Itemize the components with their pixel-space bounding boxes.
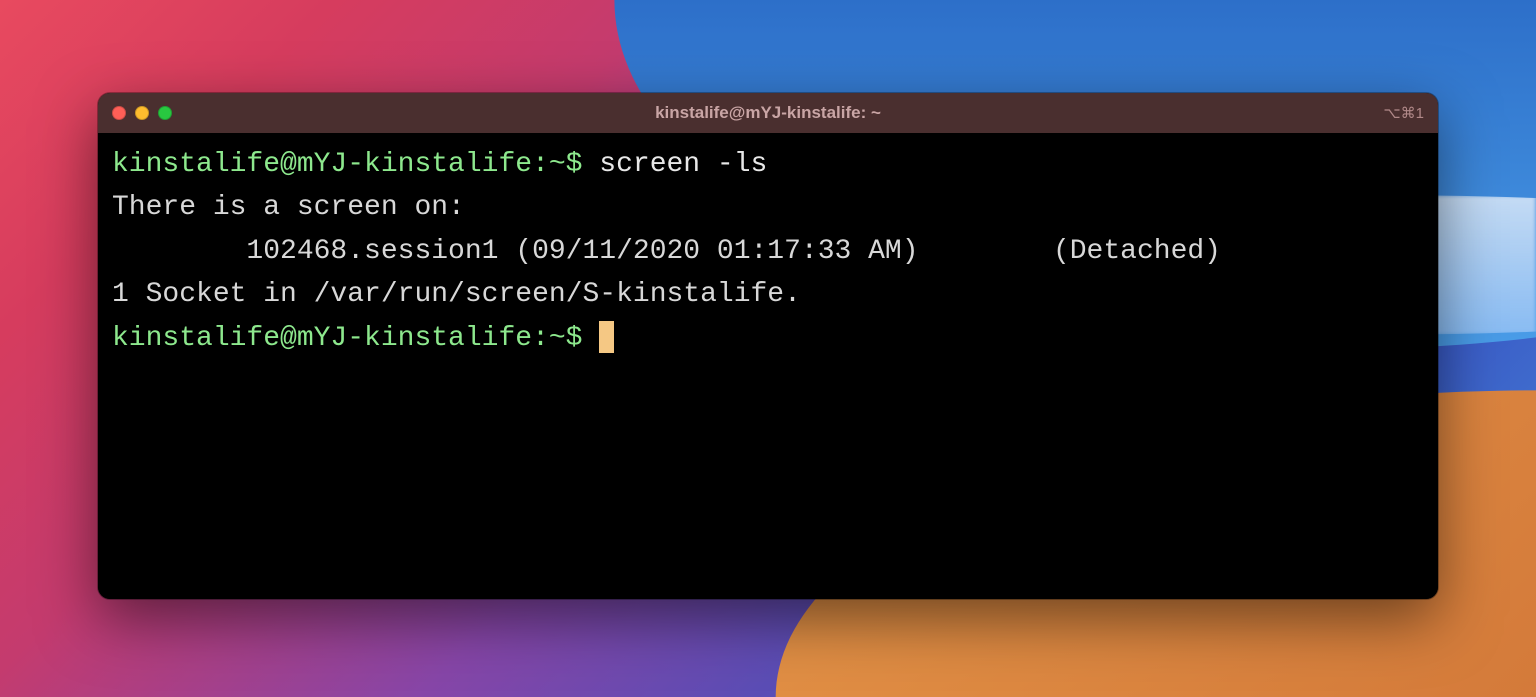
shell-command: screen -ls xyxy=(599,149,767,180)
terminal-body[interactable]: kinstalife@mYJ-kinstalife:~$ screen -lsT… xyxy=(98,133,1438,599)
maximize-button[interactable] xyxy=(158,106,172,120)
minimize-button[interactable] xyxy=(135,106,149,120)
shell-prompt: kinstalife@mYJ-kinstalife:~$ xyxy=(112,149,599,180)
terminal-line-1: kinstalife@mYJ-kinstalife:~$ screen -ls xyxy=(112,143,1424,186)
shell-prompt: kinstalife@mYJ-kinstalife:~$ xyxy=(112,323,599,354)
terminal-output-line: There is a screen on: xyxy=(112,186,1424,229)
terminal-window: kinstalife@mYJ-kinstalife: ~ ⌥⌘1 kinstal… xyxy=(98,93,1438,599)
traffic-lights xyxy=(112,106,172,120)
tab-indicator: ⌥⌘1 xyxy=(1383,104,1424,122)
close-button[interactable] xyxy=(112,106,126,120)
terminal-output-line: 1 Socket in /var/run/screen/S-kinstalife… xyxy=(112,273,1424,316)
terminal-line-prompt: kinstalife@mYJ-kinstalife:~$ xyxy=(112,317,1424,360)
cursor xyxy=(599,321,614,353)
titlebar[interactable]: kinstalife@mYJ-kinstalife: ~ ⌥⌘1 xyxy=(98,93,1438,133)
window-title: kinstalife@mYJ-kinstalife: ~ xyxy=(98,103,1438,123)
terminal-output-line: 102468.session1 (09/11/2020 01:17:33 AM)… xyxy=(112,230,1424,273)
